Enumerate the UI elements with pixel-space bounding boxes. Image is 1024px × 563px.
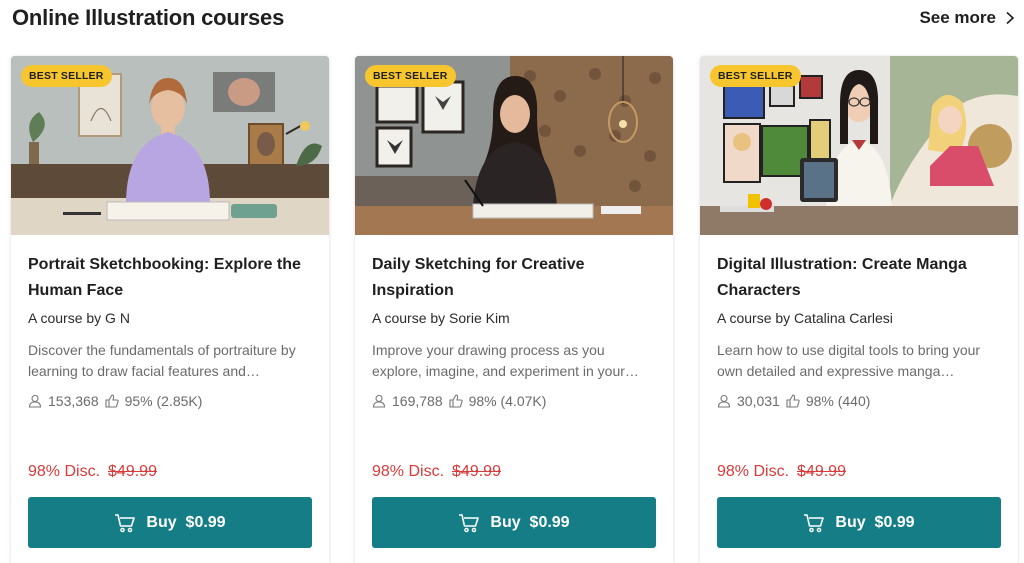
course-thumbnail[interactable]: BEST SELLER	[700, 56, 1018, 235]
thumbs-up-icon	[786, 394, 800, 408]
course-stats: 153,368 95% (2.85K)	[28, 393, 202, 409]
price-info: 98% Disc. $49.99	[372, 463, 501, 481]
course-card[interactable]: BEST SELLER Portrait Sketchbooking: Expl…	[11, 56, 329, 563]
course-title[interactable]: Daily Sketching for Creative Inspiration	[372, 252, 660, 304]
original-price: $49.99	[108, 463, 157, 480]
original-price: $49.99	[797, 463, 846, 480]
section-title: Online Illustration courses	[12, 5, 285, 30]
buy-label: Buy $0.99	[835, 513, 915, 531]
course-description: Learn how to use digital tools to bring …	[717, 342, 981, 379]
cart-icon	[115, 513, 136, 532]
user-icon	[28, 394, 42, 408]
course-author: A course by Catalina Carlesi	[717, 310, 893, 326]
buy-label: Buy $0.99	[146, 513, 226, 531]
course-description: Discover the fundamentals of portraiture…	[28, 342, 296, 379]
buy-label: Buy $0.99	[490, 513, 570, 531]
course-title[interactable]: Portrait Sketchbooking: Explore the Huma…	[28, 252, 316, 304]
course-author: A course by G N	[28, 310, 130, 326]
best-seller-badge: BEST SELLER	[21, 65, 112, 87]
course-description: Improve your drawing process as you expl…	[372, 342, 625, 379]
thumbs-up-icon	[105, 394, 119, 408]
course-thumbnail[interactable]: BEST SELLER	[355, 56, 673, 235]
rating: 98% (4.07K)	[468, 393, 547, 409]
price-info: 98% Disc. $49.99	[717, 463, 846, 481]
discount-label: 98% Disc.	[717, 463, 790, 480]
discount-label: 98% Disc.	[372, 463, 445, 480]
course-list: BEST SELLER Portrait Sketchbooking: Expl…	[0, 56, 1024, 563]
students-count: 30,031	[737, 393, 780, 409]
rating: 95% (2.85K)	[124, 393, 203, 409]
buy-button[interactable]: Buy $0.99	[717, 497, 1001, 548]
buy-button[interactable]: Buy $0.99	[372, 497, 656, 548]
cart-icon	[804, 513, 825, 532]
course-stats: 169,788 98% (4.07K)	[372, 393, 546, 409]
course-author: A course by Sorie Kim	[372, 310, 510, 326]
chevron-right-icon	[1006, 11, 1015, 25]
cart-icon	[459, 513, 480, 532]
best-seller-badge: BEST SELLER	[710, 65, 801, 87]
section-header: Online Illustration courses See more	[12, 0, 1016, 40]
original-price: $49.99	[452, 463, 501, 480]
best-seller-badge: BEST SELLER	[365, 65, 456, 87]
course-stats: 30,031 98% (440)	[717, 393, 870, 409]
students-count: 169,788	[392, 393, 443, 409]
course-card[interactable]: BEST SELLER Digital Illustration: Create…	[700, 56, 1018, 563]
course-card[interactable]: BEST SELLER Daily Sketching for Creative…	[355, 56, 673, 563]
buy-button[interactable]: Buy $0.99	[28, 497, 312, 548]
course-title[interactable]: Digital Illustration: Create Manga Chara…	[717, 252, 1005, 304]
rating: 98% (440)	[805, 393, 871, 409]
price-info: 98% Disc. $49.99	[28, 463, 157, 481]
students-count: 153,368	[48, 393, 99, 409]
user-icon	[372, 394, 386, 408]
course-thumbnail[interactable]: BEST SELLER	[11, 56, 329, 235]
thumbs-up-icon	[449, 394, 463, 408]
user-icon	[717, 394, 731, 408]
discount-label: 98% Disc.	[28, 463, 101, 480]
see-more-link[interactable]: See more	[919, 8, 1016, 28]
see-more-label: See more	[919, 8, 996, 27]
